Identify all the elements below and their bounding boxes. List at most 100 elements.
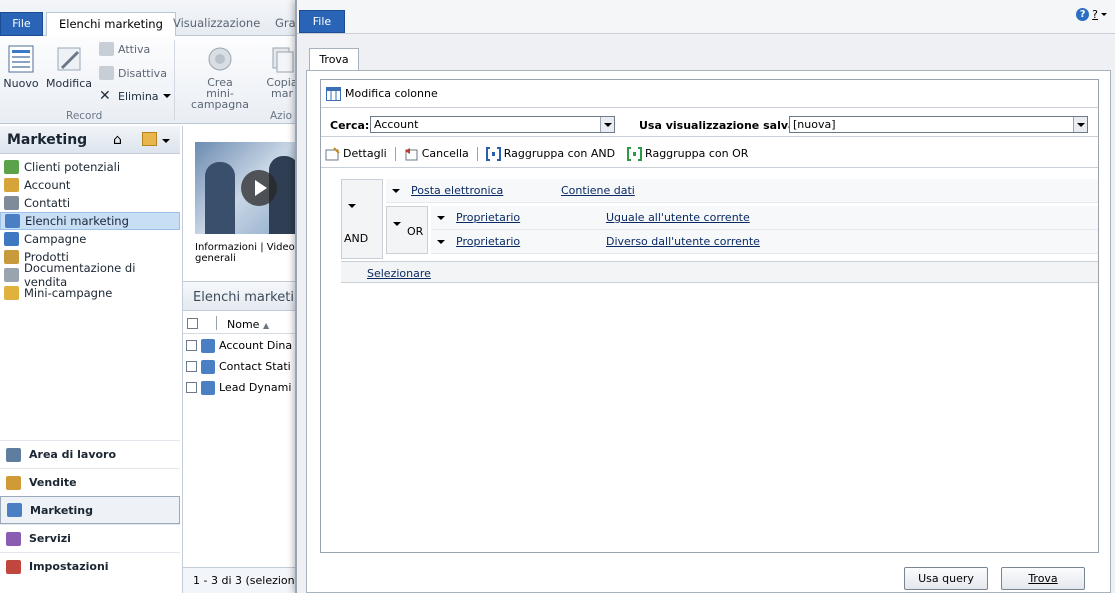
video-thumbnail[interactable]: [195, 142, 300, 234]
delete-button[interactable]: ✕ Elimina: [99, 88, 171, 104]
find-button[interactable]: Trova: [1001, 567, 1085, 590]
select-field-link[interactable]: Selezionare: [367, 267, 431, 280]
row-name[interactable]: Lead Dynami: [219, 381, 291, 394]
select-all-checkbox[interactable]: [187, 318, 198, 329]
sidebar-item-clienti-potenziali[interactable]: Clienti potenziali: [0, 158, 180, 176]
find-panel: Modifica colonne Cerca: Account Usa visu…: [306, 70, 1111, 593]
sidebar-item-campagne[interactable]: Campagne: [0, 230, 180, 248]
chevron-down-icon: [1101, 13, 1107, 16]
or-group-box[interactable]: OR: [386, 206, 428, 254]
details-button[interactable]: Dettagli: [325, 146, 387, 161]
details-label: Dettagli: [343, 147, 387, 160]
nav-list: Clienti potenziali Account Contatti Elen…: [0, 158, 180, 302]
dialog-file-tab[interactable]: File: [299, 10, 345, 33]
table-row[interactable]: Contact Stati: [183, 356, 300, 377]
condition-field[interactable]: Posta elettronica: [411, 184, 503, 197]
chevron-down-icon[interactable]: [348, 204, 356, 208]
area-label: Impostazioni: [29, 560, 109, 573]
status-bar: 1 - 3 di 3 (selezionat: [183, 567, 300, 593]
group-and-label: Raggruppa con AND: [503, 147, 616, 160]
condition-operator[interactable]: Diverso dall'utente corrente: [606, 235, 760, 248]
condition-field[interactable]: Proprietario: [456, 235, 520, 248]
query-toolbar: Dettagli Cancella Raggruppa con AND Ragg…: [321, 140, 1098, 168]
chevron-down-icon[interactable]: [162, 139, 170, 143]
advanced-find-dialog: File ? ? Trova Modifica colonne Cerca: A…: [295, 0, 1115, 593]
area-servizi[interactable]: Servizi: [0, 524, 180, 552]
sidebar-item-elenchi-marketing[interactable]: Elenchi marketing: [0, 212, 180, 230]
help-menu[interactable]: ? ?: [1076, 8, 1107, 21]
area-label: Marketing: [30, 503, 94, 517]
delete-label: Cancella: [421, 147, 469, 160]
chevron-down-icon[interactable]: [392, 188, 400, 193]
group-or-button[interactable]: Raggruppa con OR: [627, 146, 748, 161]
deactivate-button[interactable]: Disattiva: [99, 66, 167, 80]
chevron-down-icon[interactable]: [600, 117, 614, 132]
search-entity-select[interactable]: Account: [370, 116, 615, 133]
row-checkbox[interactable]: [186, 340, 197, 351]
play-icon[interactable]: [241, 170, 277, 206]
saved-view-select[interactable]: [nuova]: [789, 116, 1088, 133]
delete-label: Elimina: [118, 89, 159, 103]
chevron-down-icon[interactable]: [393, 222, 401, 226]
chevron-down-icon[interactable]: [1073, 117, 1087, 132]
group-or-icon: [627, 146, 643, 161]
activate-button[interactable]: Attiva: [99, 42, 150, 56]
sidebar-item-documentazione-vendita[interactable]: Documentazione di vendita: [0, 261, 180, 289]
area-marketing[interactable]: Marketing: [0, 496, 180, 524]
contact-icon: [4, 196, 19, 210]
chevron-down-icon[interactable]: [437, 239, 445, 244]
table-row[interactable]: Lead Dynami: [183, 377, 300, 398]
condition-operator[interactable]: Uguale all'utente corrente: [606, 211, 750, 224]
deactivate-icon: [99, 66, 114, 80]
row-checkbox[interactable]: [186, 361, 197, 372]
columns-icon: [326, 86, 341, 101]
sidebar-item-label: Clienti potenziali: [24, 160, 121, 174]
condition-operator[interactable]: Contiene dati: [561, 184, 635, 197]
column-header-label: Nome: [227, 318, 260, 331]
home-icon[interactable]: ⌂: [113, 132, 122, 148]
and-group-box[interactable]: AND: [341, 179, 383, 259]
condition-row: Proprietario Uguale all'utente corrente: [431, 206, 1098, 230]
activate-icon: [99, 42, 114, 56]
saved-view-label: Usa visualizzazione salvata:: [639, 119, 813, 132]
chevron-down-icon[interactable]: [437, 215, 445, 220]
deactivate-label: Disattiva: [118, 66, 167, 80]
area-switcher: Area di lavoro Vendite Marketing Servizi…: [0, 440, 180, 580]
sidebar-item-account[interactable]: Account: [0, 176, 180, 194]
area-vendite[interactable]: Vendite: [0, 468, 180, 496]
row-checkbox[interactable]: [186, 382, 197, 393]
use-query-button[interactable]: Usa query: [904, 567, 988, 590]
create-quick-campaign-button[interactable]: Crea mini-campagna: [180, 44, 260, 110]
new-button[interactable]: Nuovo: [3, 44, 39, 90]
table-row[interactable]: Account Dina: [183, 335, 300, 356]
condition-field[interactable]: Proprietario: [456, 211, 520, 224]
new-record-icon: [8, 45, 34, 73]
sidebar-item-contatti[interactable]: Contatti: [0, 194, 180, 212]
favorites-icon[interactable]: [142, 132, 157, 146]
delete-x-icon: ✕: [99, 88, 111, 104]
caption-text: Informazioni: [195, 242, 257, 253]
caption-text: generali: [195, 253, 236, 264]
tab-visualizzazione[interactable]: Visualizzazione: [161, 12, 272, 36]
area-impostazioni[interactable]: Impostazioni: [0, 552, 180, 580]
tab-trova[interactable]: Trova: [309, 48, 359, 71]
row-name[interactable]: Account Dina: [219, 339, 292, 352]
ribbon-tab-bar: File Elenchi marketing Visualizzazione G…: [0, 0, 300, 37]
copy-icon: [272, 47, 294, 73]
chevron-down-icon: [162, 94, 171, 98]
edit-columns-button[interactable]: Modifica colonne: [326, 86, 438, 101]
area-area-di-lavoro[interactable]: Area di lavoro: [0, 440, 180, 468]
new-button-label: Nuovo: [3, 77, 39, 90]
row-name[interactable]: Contact Stati: [219, 360, 291, 373]
file-tab[interactable]: File: [0, 12, 43, 36]
search-entity-value: Account: [374, 118, 419, 131]
saved-view-value: [nuova]: [793, 118, 836, 131]
group-label-record: Record: [66, 110, 103, 122]
edit-button[interactable]: Modifica: [45, 44, 93, 90]
tab-elenchi-marketing[interactable]: Elenchi marketing: [46, 12, 176, 37]
help-icon: ?: [1076, 8, 1090, 21]
toolbar-separator: [394, 146, 396, 161]
group-and-button[interactable]: Raggruppa con AND: [485, 146, 616, 161]
delete-button[interactable]: Cancella: [404, 147, 469, 161]
column-header-nome[interactable]: Nome ▲: [227, 318, 269, 331]
